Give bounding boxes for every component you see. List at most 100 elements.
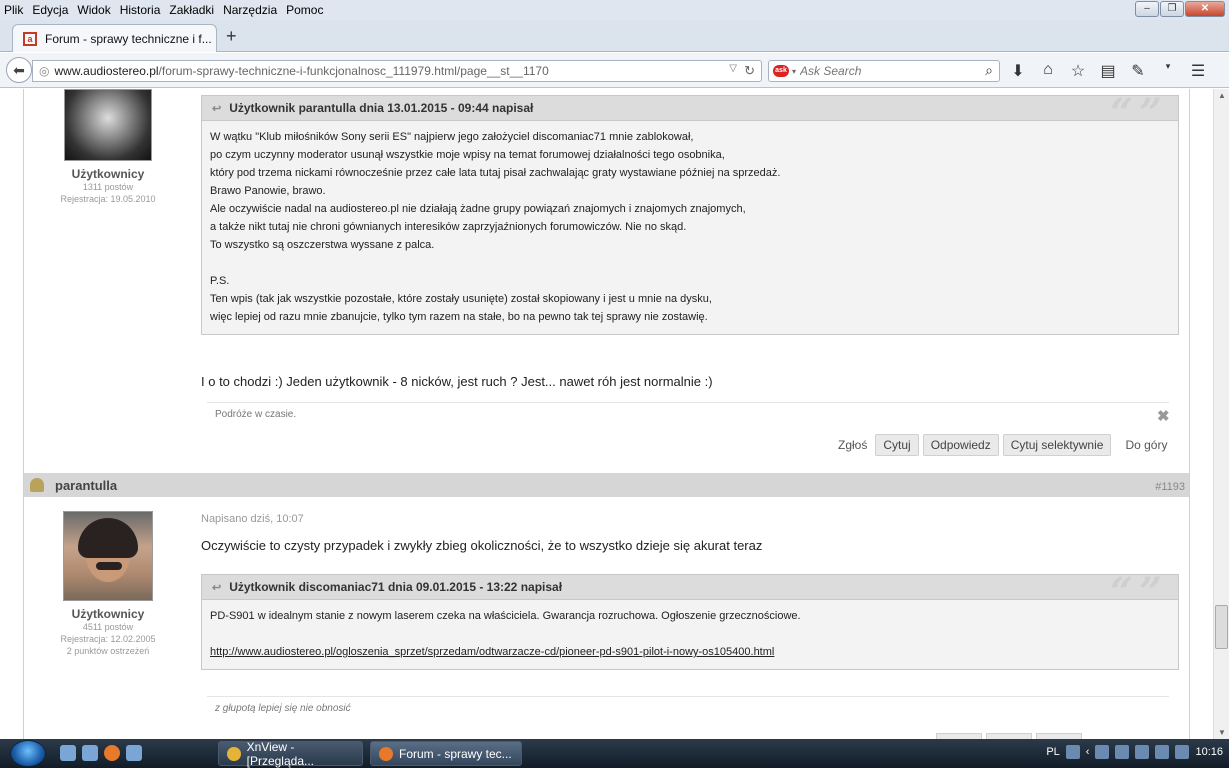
menu-pomoc[interactable]: Pomoc [286,3,323,17]
menu-widok[interactable]: Widok [77,3,110,17]
post-text: I o to chodzi :) Jeden użytkownik - 8 ni… [201,374,713,389]
bookmarks-list-icon[interactable]: ▤ [1100,61,1116,81]
volume-icon[interactable] [1175,745,1190,759]
navigation-bar: ⬅ ◎ www.audiostereo.pl/forum-sprawy-tech… [0,53,1229,88]
signature: z głupotą lepiej się nie obnosić [207,696,1169,714]
avatar-hair [78,518,138,558]
download-icon[interactable]: ⬇ [1010,61,1026,81]
bookmark-star-icon[interactable]: ☆ [1070,61,1086,81]
globe-icon: ◎ [39,64,50,78]
windows-taskbar: XnView - [Przegląda... Forum - sprawy te… [0,739,1229,768]
menu-historia[interactable]: Historia [120,3,161,17]
frame-right-border [1189,89,1190,739]
maximize-button[interactable]: ❐ [1160,1,1184,17]
frame-left-border [23,89,24,739]
firefox-icon [379,746,393,761]
close-signature-icon[interactable]: ✖ [1157,407,1170,425]
post-author-name[interactable]: parantulla [55,478,117,493]
language-indicator[interactable]: PL [1046,746,1059,758]
taskbar-task-label: XnView - [Przegląda... [246,739,314,768]
network-icon[interactable] [1155,745,1170,759]
search-engine-dropdown-icon[interactable]: ▾ [792,67,796,76]
scroll-up-icon[interactable]: ▲ [1218,91,1226,100]
explorer-icon[interactable] [82,745,98,761]
menu-plik[interactable]: Plik [4,3,23,17]
xnview-icon [227,746,241,761]
reload-icon[interactable]: ↻ [744,63,755,79]
avatar[interactable] [63,511,153,601]
quote-header: ↩ Użytkownik parantulla dnia 13.01.2015 … [202,90,1178,137]
show-desktop-icon[interactable] [60,745,76,761]
menu-bar: Plik Edycja Widok Historia Zakładki Narz… [0,0,1229,20]
start-button[interactable] [10,740,46,767]
quote-body: W wątku "Klub miłośników Sony serii ES" … [202,121,1178,334]
url-domain: www.audiostereo.pl [54,64,159,78]
avatar-mustache [96,562,122,570]
browser-tab[interactable]: a Forum - sprawy techniczne i f... [12,24,217,52]
user-registration: Rejestracja: 12.02.2005 [60,634,156,644]
program-icon[interactable] [126,745,142,761]
quote-author: Użytkownik discomaniac71 dnia 09.01.2015… [229,580,563,594]
avatar[interactable] [64,89,152,161]
firefox-icon[interactable] [104,745,120,761]
post-number[interactable]: #1193 [1155,481,1185,493]
quote-blank-line [210,254,1170,272]
url-path: /forum-sprawy-techniczne-i-funkcjonalnos… [158,64,549,78]
url-bar[interactable]: ◎ www.audiostereo.pl/forum-sprawy-techni… [32,60,762,82]
quote-line: To wszystko są oszczerstwa wyssane z pal… [210,239,435,251]
user-role: Użytkownicy [71,167,145,181]
quote-line: Brawo Panowie, brawo. [210,185,326,197]
menu-edycja[interactable]: Edycja [32,3,68,17]
quote-button[interactable]: Cytuj [875,434,919,456]
menu-hamburger-icon[interactable]: ☰ [1190,61,1206,81]
tray-app-icon[interactable] [1095,745,1110,759]
minimize-button[interactable]: – [1135,1,1159,17]
quote-line: który pod trzema nickami równocześnie pr… [210,167,781,179]
scroll-down-icon[interactable]: ▼ [1218,728,1226,737]
taskbar-xnview[interactable]: XnView - [Przegląda... [218,739,363,768]
quote-box: ↩ Użytkownik discomaniac71 dnia 09.01.20… [201,569,1179,670]
tray-app-icon[interactable] [1135,745,1150,759]
quote-arrow-icon: ↩ [212,581,222,594]
menu-narzedzia[interactable]: Narzędzia [223,3,277,17]
tray-app-icon[interactable] [1115,745,1130,759]
search-input[interactable] [800,64,971,78]
new-tab-button[interactable]: + [226,26,237,47]
quick-launch [60,745,142,761]
quote-header: ↩ Użytkownik discomaniac71 dnia 09.01.20… [202,569,1178,616]
user-registration: Rejestracja: 19.05.2010 [60,194,156,204]
quote-arrow-icon: ↩ [212,102,222,115]
url-dropdown-icon[interactable]: ▽ [729,63,737,74]
report-link[interactable]: Zgłoś [834,438,871,452]
quote-selective-button[interactable]: Cytuj selektywnie [1002,434,1112,456]
quote-link[interactable]: http://www.audiostereo.pl/ogloszenia_spr… [210,646,774,658]
quote-line: P.S. [210,275,230,287]
post-author-bar: parantulla #1193 [24,473,1189,497]
quote-line: PD-S901 w idealnym stanie z nowym lasere… [210,610,801,622]
quote-line: Ten wpis (tak jak wszystkie pozostałe, k… [210,293,712,305]
taskbar-task-label: Forum - sprawy tec... [399,746,512,761]
quote-author: Użytkownik parantulla dnia 13.01.2015 - … [229,101,534,115]
toolbar-icons: ⬇ ⌂ ☆ ▤ ✎ ▾ ☰ [1010,61,1206,81]
scrollbar-thumb[interactable] [1215,605,1228,649]
top-link[interactable]: Do góry [1121,438,1171,452]
user-info: Użytkownicy 1311 postów Rejestracja: 19.… [43,167,173,205]
back-button[interactable]: ⬅ [6,57,32,83]
reply-button[interactable]: Odpowiedz [922,434,999,456]
quote-box: ↩ Użytkownik parantulla dnia 13.01.2015 … [201,90,1179,335]
user-warnings: 2 punktów ostrzeżeń [66,646,150,656]
search-icon[interactable]: ⌕ [985,62,993,79]
clock[interactable]: 10:16 [1195,746,1223,758]
tray-expand-icon[interactable]: ‹ [1086,746,1090,758]
vertical-scrollbar[interactable]: ▲ ▼ [1213,89,1229,739]
taskbar-firefox[interactable]: Forum - sprawy tec... [370,741,522,766]
addon-icon[interactable]: ✎ [1130,61,1146,81]
quote-body: PD-S901 w idealnym stanie z nowym lasere… [202,600,1178,669]
quote-marks-icon: “ ” [1110,90,1162,137]
addon-dropdown-icon[interactable]: ▾ [1160,61,1176,81]
menu-zakladki[interactable]: Zakładki [169,3,214,17]
search-bar[interactable]: ask▾ ⌕ [768,60,1000,82]
home-icon[interactable]: ⌂ [1040,61,1056,81]
close-button[interactable]: ✕ [1185,1,1225,17]
keyboard-icon[interactable] [1065,745,1080,759]
